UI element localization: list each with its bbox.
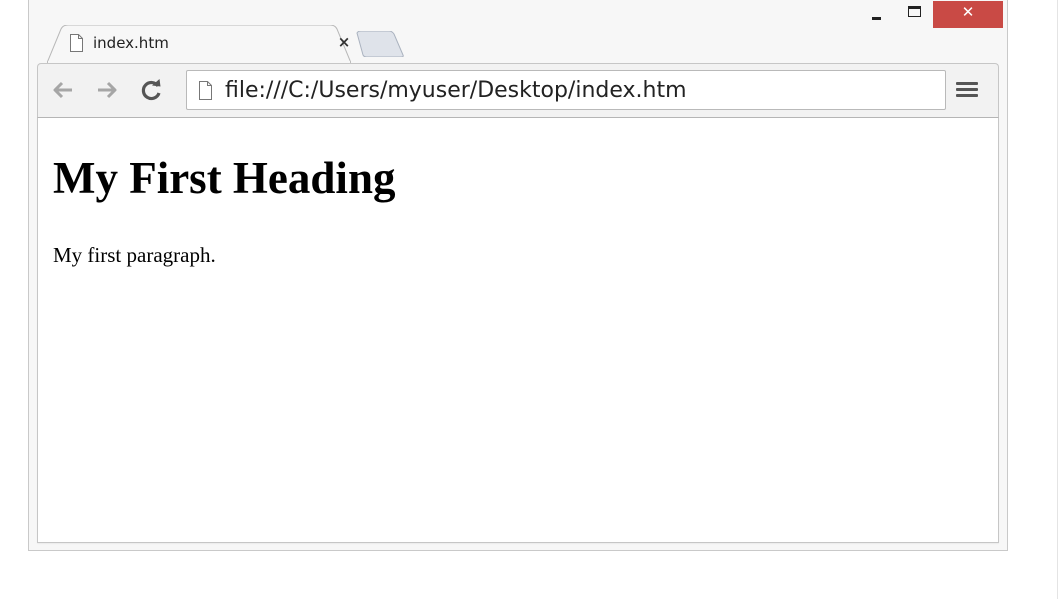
- url-text[interactable]: file:///C:/Users/myuser/Desktop/index.ht…: [225, 78, 687, 103]
- hamburger-menu-line: [956, 93, 978, 97]
- menu-button[interactable]: [956, 78, 978, 100]
- reload-icon: [141, 79, 161, 101]
- page-edge-line: [1057, 0, 1058, 599]
- minimize-button[interactable]: [861, 1, 891, 28]
- back-arrow-icon: [53, 81, 72, 99]
- reload-button[interactable]: [138, 77, 164, 103]
- close-window-button[interactable]: ✕: [933, 1, 1003, 28]
- close-icon: ✕: [961, 2, 975, 21]
- back-button[interactable]: [50, 77, 76, 103]
- new-tab-button[interactable]: [353, 31, 405, 57]
- forward-button[interactable]: [94, 77, 120, 103]
- tab-title: index.htm: [93, 34, 169, 52]
- tab-index[interactable]: index.htm ×: [47, 25, 351, 63]
- document-icon: [199, 81, 212, 100]
- page-heading: My First Heading: [53, 153, 396, 203]
- hamburger-menu-icon: [956, 81, 978, 85]
- page-paragraph: My first paragraph.: [53, 243, 216, 267]
- maximize-button[interactable]: [899, 1, 929, 28]
- document-icon: [70, 34, 83, 52]
- maximize-icon: [907, 6, 921, 17]
- browser-window: ✕ index.htm × file:///C:/Users/myuser/De…: [28, 0, 1008, 551]
- hamburger-menu-line: [956, 87, 978, 91]
- minimize-icon: [871, 17, 881, 20]
- address-bar[interactable]: file:///C:/Users/myuser/Desktop/index.ht…: [186, 70, 946, 110]
- tab-close-icon[interactable]: ×: [335, 33, 353, 51]
- page-content: My First Heading My first paragraph.: [37, 117, 999, 543]
- browser-toolbar: file:///C:/Users/myuser/Desktop/index.ht…: [37, 63, 999, 117]
- forward-arrow-icon: [98, 81, 117, 99]
